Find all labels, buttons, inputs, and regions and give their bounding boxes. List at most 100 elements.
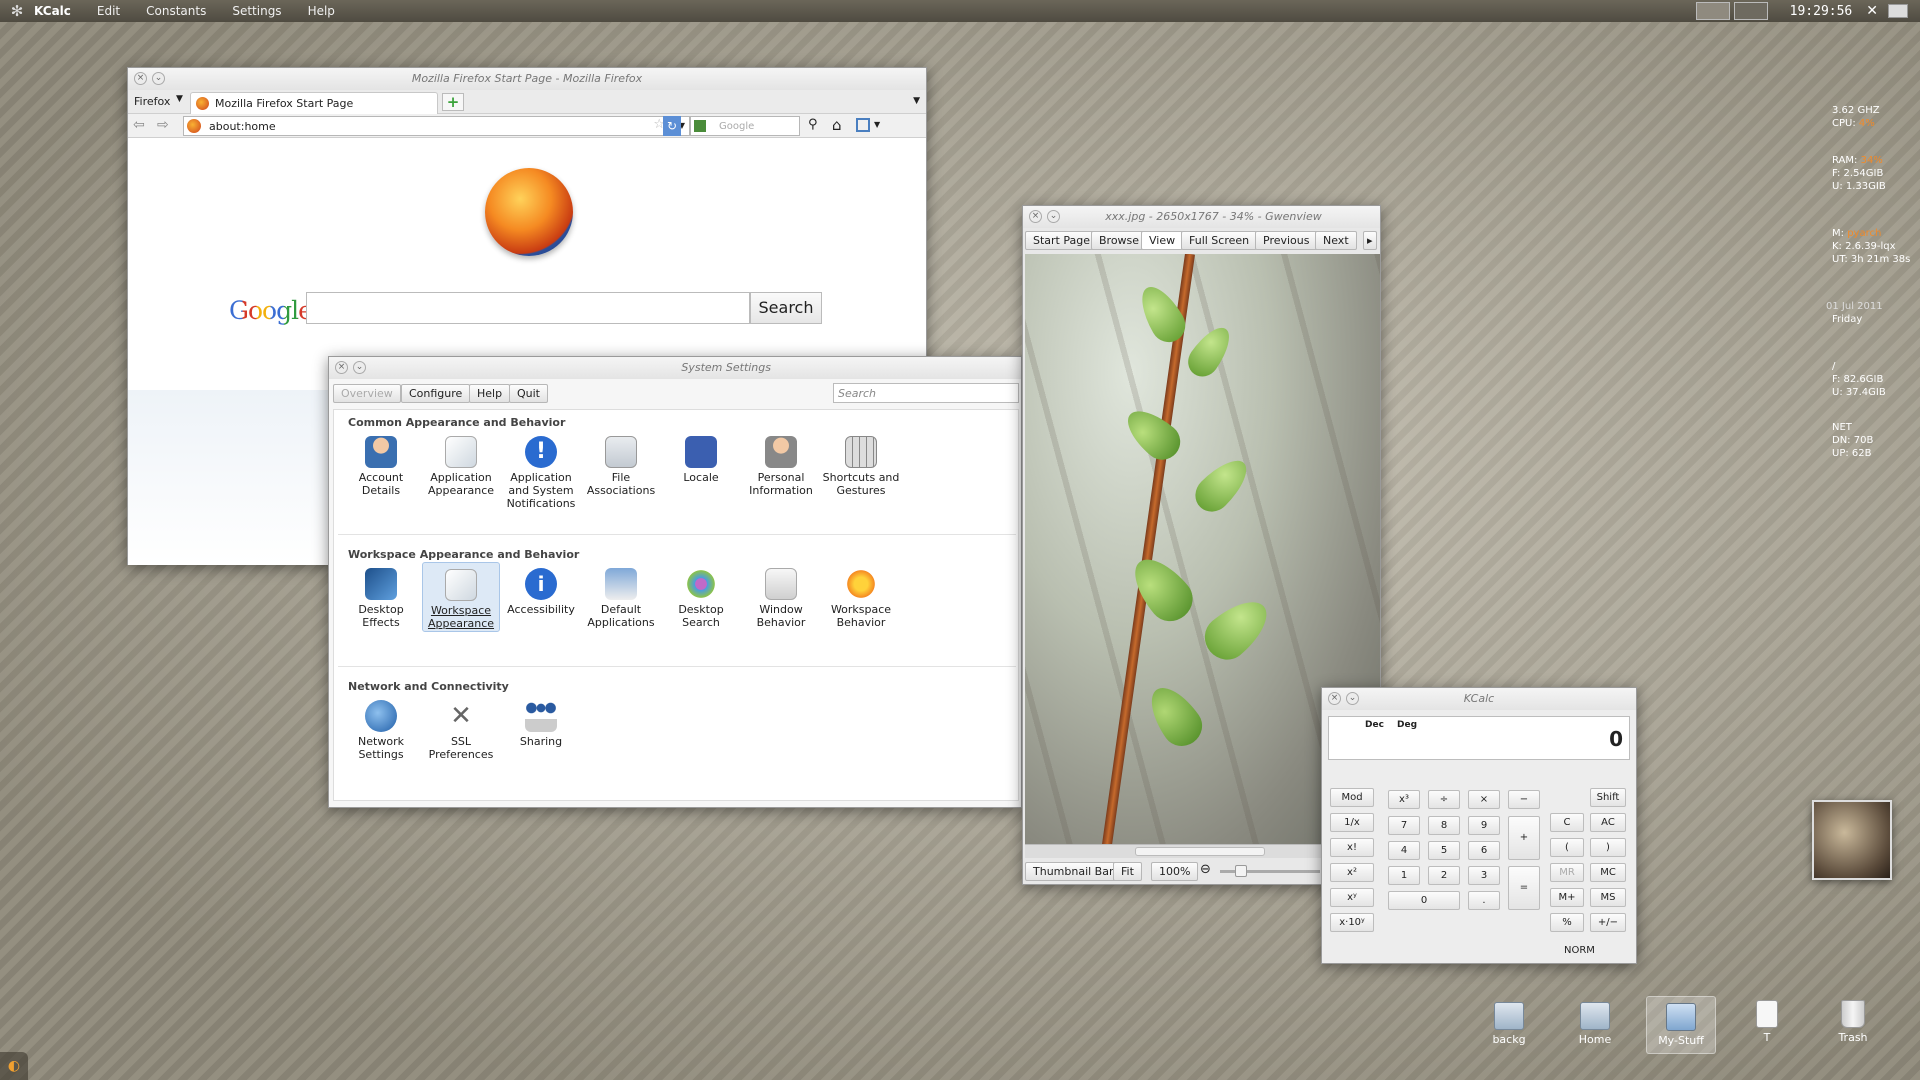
kde-menu-icon[interactable]: ✻ — [0, 2, 34, 20]
memory-add-button[interactable]: M+ — [1550, 888, 1584, 907]
digit-5-button[interactable]: 5 — [1428, 841, 1460, 860]
cube-button[interactable]: x³ — [1388, 790, 1420, 809]
minimize-icon[interactable]: ⌄ — [152, 72, 165, 85]
personal-information-item[interactable]: Personal Information — [742, 436, 820, 497]
divide-button[interactable]: ÷ — [1428, 790, 1460, 809]
search-bar[interactable]: Google — [690, 116, 800, 136]
plus-minus-button[interactable]: +/− — [1590, 913, 1626, 932]
desktop-pager-1[interactable] — [1695, 2, 1730, 20]
desktop-icon-home[interactable]: Home — [1560, 1002, 1630, 1046]
decimal-button[interactable]: . — [1468, 891, 1500, 910]
zoom-slider-handle[interactable] — [1235, 865, 1247, 877]
close-icon[interactable]: × — [134, 72, 147, 85]
minimize-icon[interactable]: ⌄ — [353, 361, 366, 374]
close-paren-button[interactable]: ) — [1590, 838, 1626, 857]
menu-constants[interactable]: Constants — [146, 4, 206, 18]
equals-button[interactable]: = — [1508, 866, 1540, 910]
ssl-preferences-item[interactable]: ✕ SSL Preferences — [422, 700, 500, 761]
all-clear-button[interactable]: AC — [1590, 813, 1626, 832]
site-identity-icon[interactable] — [187, 119, 201, 133]
zoom-out-icon[interactable]: ⊖ — [1200, 862, 1211, 877]
firefox-menu-button[interactable]: Firefox — [134, 95, 170, 108]
tools-icon[interactable]: ✕ — [1866, 3, 1878, 19]
file-associations-item[interactable]: File Associations — [582, 436, 660, 497]
digit-2-button[interactable]: 2 — [1428, 866, 1460, 885]
home-icon[interactable]: ⌂ — [832, 116, 842, 134]
locale-item[interactable]: Locale — [662, 436, 740, 484]
view-button[interactable]: View — [1141, 231, 1184, 250]
now-playing-album-art[interactable] — [1812, 800, 1892, 880]
forward-icon[interactable]: ⇨ — [157, 117, 169, 133]
open-paren-button[interactable]: ( — [1550, 838, 1584, 857]
reciprocal-button[interactable]: 1/x — [1330, 813, 1374, 832]
thumbnail-bar-button[interactable]: Thumbnail Bar — [1025, 862, 1122, 881]
digit-8-button[interactable]: 8 — [1428, 816, 1460, 835]
start-page-button[interactable]: Start Page — [1025, 231, 1098, 250]
desktop-toolbox-icon[interactable] — [1888, 4, 1908, 18]
clear-button[interactable]: C — [1550, 813, 1584, 832]
cashew-icon[interactable]: ◐ — [0, 1052, 28, 1080]
digit-1-button[interactable]: 1 — [1388, 866, 1420, 885]
full-screen-button[interactable]: Full Screen — [1181, 231, 1258, 250]
notifications-item[interactable]: ! Application and System Notifications — [502, 436, 580, 510]
menu-settings[interactable]: Settings — [232, 4, 281, 18]
system-settings-titlebar[interactable]: × ⌄ System Settings — [329, 357, 1021, 379]
overview-button[interactable]: Overview — [333, 384, 401, 403]
google-search-button[interactable]: Search — [750, 292, 822, 324]
digit-3-button[interactable]: 3 — [1468, 866, 1500, 885]
workspace-behavior-item[interactable]: Workspace Behavior — [822, 568, 900, 629]
tab-list-icon[interactable]: ▼ — [913, 96, 920, 106]
application-appearance-item[interactable]: Application Appearance — [422, 436, 500, 497]
add-button[interactable]: + — [1508, 816, 1540, 860]
close-icon[interactable]: × — [1328, 692, 1341, 705]
back-icon[interactable]: ⇦ — [133, 117, 145, 133]
gwenview-titlebar[interactable]: × ⌄ xxx.jpg - 2650x1767 - 34% - Gwenview — [1023, 206, 1380, 228]
kcalc-titlebar[interactable]: × ⌄ KCalc — [1322, 688, 1636, 710]
digit-6-button[interactable]: 6 — [1468, 841, 1500, 860]
desktop-pager-2[interactable] — [1733, 2, 1768, 20]
square-button[interactable]: x² — [1330, 863, 1374, 882]
desktop-search-item[interactable]: Desktop Search — [662, 568, 740, 629]
desktop-effects-item[interactable]: Desktop Effects — [342, 568, 420, 629]
percent-button[interactable]: % — [1550, 913, 1584, 932]
minimize-icon[interactable]: ⌄ — [1346, 692, 1359, 705]
zoom-100-button[interactable]: 100% — [1151, 862, 1199, 881]
digit-0-button[interactable]: 0 — [1388, 891, 1460, 910]
subtract-button[interactable]: − — [1508, 790, 1540, 809]
default-applications-item[interactable]: Default Applications — [582, 568, 660, 629]
digit-4-button[interactable]: 4 — [1388, 841, 1420, 860]
shift-button[interactable]: Shift — [1590, 788, 1626, 807]
desktop-icon-backg[interactable]: backg — [1474, 1002, 1544, 1046]
window-behavior-item[interactable]: Window Behavior — [742, 568, 820, 629]
next-button[interactable]: Next — [1315, 231, 1357, 250]
settings-search-input[interactable]: Search — [833, 383, 1019, 403]
close-icon[interactable]: × — [1029, 210, 1042, 223]
help-button[interactable]: Help — [469, 384, 511, 403]
accessibility-item[interactable]: i Accessibility — [502, 568, 580, 616]
desktop-icon-t[interactable]: T — [1732, 1000, 1802, 1044]
clock[interactable]: 19:29:56 — [1790, 4, 1853, 19]
menu-edit[interactable]: Edit — [97, 4, 120, 18]
desktop-icon-trash[interactable]: Trash — [1818, 1000, 1888, 1044]
multiply-button[interactable]: × — [1468, 790, 1500, 809]
memory-store-button[interactable]: MS — [1590, 888, 1626, 907]
fit-button[interactable]: Fit — [1113, 862, 1142, 881]
desktop-icon-my-stuff[interactable]: My-Stuff — [1646, 996, 1716, 1054]
addon-icon[interactable] — [856, 118, 870, 132]
account-details-item[interactable]: Account Details — [342, 436, 420, 497]
mod-button[interactable]: Mod — [1330, 788, 1374, 807]
network-settings-item[interactable]: Network Settings — [342, 700, 420, 761]
power-button[interactable]: xʸ — [1330, 888, 1374, 907]
url-bar[interactable]: about:home ☆ ▼ — [183, 116, 690, 136]
browse-button[interactable]: Browse — [1091, 231, 1148, 250]
configure-button[interactable]: Configure — [401, 384, 471, 403]
menu-help[interactable]: Help — [308, 4, 335, 18]
digit-9-button[interactable]: 9 — [1468, 816, 1500, 835]
exp-button[interactable]: x·10ʸ — [1330, 913, 1374, 932]
factorial-button[interactable]: x! — [1330, 838, 1374, 857]
sharing-item[interactable]: Sharing — [502, 700, 580, 748]
previous-button[interactable]: Previous — [1255, 231, 1318, 250]
close-icon[interactable]: × — [335, 361, 348, 374]
google-search-input[interactable] — [306, 292, 750, 324]
quit-button[interactable]: Quit — [509, 384, 548, 403]
